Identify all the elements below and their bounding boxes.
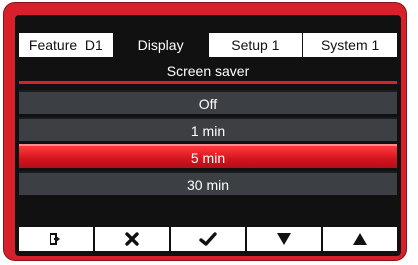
exit-button[interactable]: [19, 227, 95, 251]
option-off[interactable]: Off: [19, 90, 397, 114]
confirm-button[interactable]: [171, 227, 247, 251]
softkey-bar: [19, 227, 397, 251]
tab-feature-d1[interactable]: Feature D1: [19, 33, 114, 57]
tab-bar: Feature D1 Display Setup 1 System 1: [19, 33, 397, 57]
display-screen: Feature D1 Display Setup 1 System 1 Scre…: [15, 15, 401, 256]
option-5-min[interactable]: 5 min: [19, 144, 397, 168]
exit-icon: [48, 231, 64, 247]
option-list: Off 1 min 5 min 30 min: [19, 90, 397, 198]
down-arrow-icon: [276, 232, 292, 246]
confirm-icon: [199, 231, 217, 247]
tab-system-1[interactable]: System 1: [303, 33, 397, 57]
up-button[interactable]: [323, 227, 397, 251]
up-arrow-icon: [352, 232, 368, 246]
tab-setup-1[interactable]: Setup 1: [208, 33, 304, 57]
down-button[interactable]: [247, 227, 323, 251]
menu-title: Screen saver: [166, 63, 250, 79]
cancel-button[interactable]: [95, 227, 171, 251]
title-divider: [19, 81, 397, 84]
option-1-min[interactable]: 1 min: [19, 117, 397, 141]
option-30-min[interactable]: 30 min: [19, 171, 397, 195]
cancel-icon: [124, 231, 140, 247]
tab-display[interactable]: Display: [113, 33, 209, 57]
